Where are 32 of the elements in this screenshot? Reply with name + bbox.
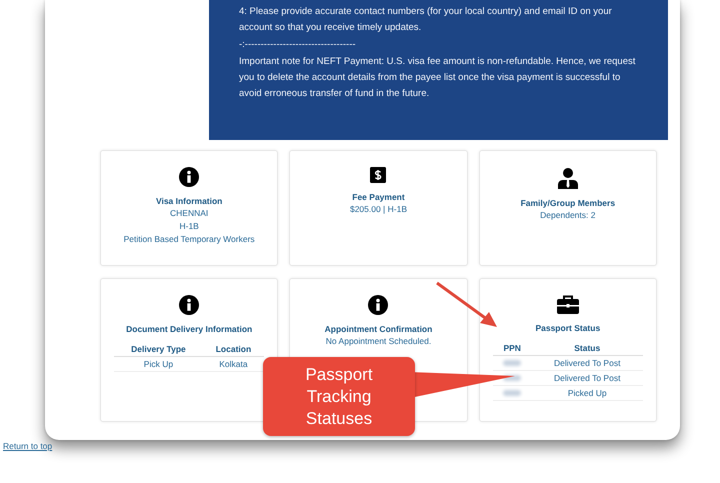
column-header: Delivery Type — [114, 342, 203, 356]
card-title: Family/Group Members — [520, 197, 616, 209]
person-icon — [556, 167, 579, 189]
column-header: Location — [202, 342, 264, 356]
table-cell: Picked Up — [532, 386, 643, 400]
notice-text: -:----------------------------------- — [239, 38, 357, 52]
card-title: Appointment Confirmation — [324, 323, 432, 335]
card-text: No Appointment Scheduled. — [326, 335, 432, 348]
card-text: Dependents: 2 — [540, 209, 596, 222]
info-icon — [368, 295, 388, 315]
briefcase-icon — [556, 295, 579, 314]
table-cell: Delivered To Post — [532, 370, 643, 386]
column-header: Status — [532, 341, 643, 356]
card-title: Document Delivery Information — [126, 323, 252, 335]
card-title: Fee Payment — [352, 191, 405, 203]
card-text: H-1B — [179, 220, 199, 233]
notice-text: 4: Please provide accurate contact numbers (for your local country) and email ID on your account so that you receive timely updates. — [239, 5, 613, 35]
table-cell: Delivered To Post — [532, 356, 643, 370]
card-text: Petition Based Temporary Workers — [124, 233, 255, 246]
return-to-top-link[interactable]: Return to top — [3, 441, 52, 451]
card-title: Passport Status — [535, 322, 600, 334]
callout-bubble: Passport Tracking Statuses — [263, 357, 415, 436]
column-header: PPN — [492, 341, 532, 356]
table-cell: Pick Up — [114, 356, 203, 372]
arrow — [436, 282, 497, 327]
card-text: $205.00 | H-1B — [350, 203, 407, 216]
info-icon — [179, 167, 200, 187]
info-icon — [179, 295, 200, 315]
dollar-icon — [370, 167, 386, 183]
notice-text: Important note for NEFT Payment: U.S. visa fee amount is non-refundable. Hence, we request you to delete the account details from the payee list once the visa payment is successful to avoid erroneous transfer of fund in the future. — [239, 55, 636, 101]
card-text: CHENNAI — [170, 207, 208, 220]
card-title: Visa Information — [156, 195, 222, 207]
